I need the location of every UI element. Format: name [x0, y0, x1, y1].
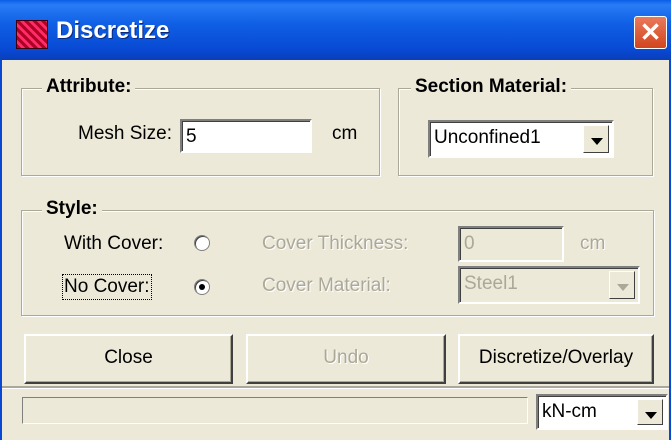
undo-button[interactable]: Undo: [246, 334, 446, 384]
chevron-down-icon[interactable]: [583, 125, 609, 153]
style-legend: Style:: [42, 198, 102, 220]
cover-thickness-unit: cm: [580, 233, 606, 254]
close-window-button[interactable]: ✕: [634, 16, 667, 49]
attribute-legend: Attribute:: [42, 76, 136, 98]
cover-material-label: Cover Material:: [262, 275, 391, 296]
window-title: Discretize: [56, 17, 170, 44]
section-material-legend: Section Material:: [411, 76, 572, 98]
section-material-value: Unconfined1: [434, 127, 541, 148]
units-value: kN-cm: [542, 401, 597, 422]
statusbar-divider: [2, 386, 669, 389]
radio-selected-dot: [199, 284, 205, 290]
with-cover-label[interactable]: With Cover:: [64, 233, 163, 255]
no-cover-radio[interactable]: [194, 279, 210, 295]
section-material-select[interactable]: Unconfined1: [428, 120, 614, 158]
chevron-down-icon[interactable]: [609, 271, 635, 299]
cover-thickness-input[interactable]: 0: [458, 226, 564, 262]
mesh-size-label: Mesh Size:: [78, 123, 172, 144]
app-icon: [16, 20, 48, 49]
cover-thickness-label: Cover Thickness:: [262, 233, 409, 254]
no-cover-label[interactable]: No Cover:: [62, 274, 152, 300]
units-select[interactable]: kN-cm: [536, 394, 668, 430]
attribute-group: Attribute: Mesh Size: 5 cm: [21, 76, 380, 176]
cover-material-select[interactable]: Steel1: [458, 266, 640, 304]
mesh-size-unit: cm: [332, 123, 358, 144]
status-panel: [22, 397, 528, 424]
chevron-down-icon[interactable]: [637, 399, 663, 425]
discretize-overlay-button[interactable]: Discretize/Overlay: [458, 334, 654, 384]
title-bar[interactable]: Discretize ✕: [0, 0, 671, 60]
close-button[interactable]: Close: [24, 334, 233, 384]
mesh-size-input[interactable]: 5: [180, 119, 312, 153]
with-cover-radio[interactable]: [194, 235, 210, 251]
cover-material-value: Steel1: [464, 273, 518, 294]
